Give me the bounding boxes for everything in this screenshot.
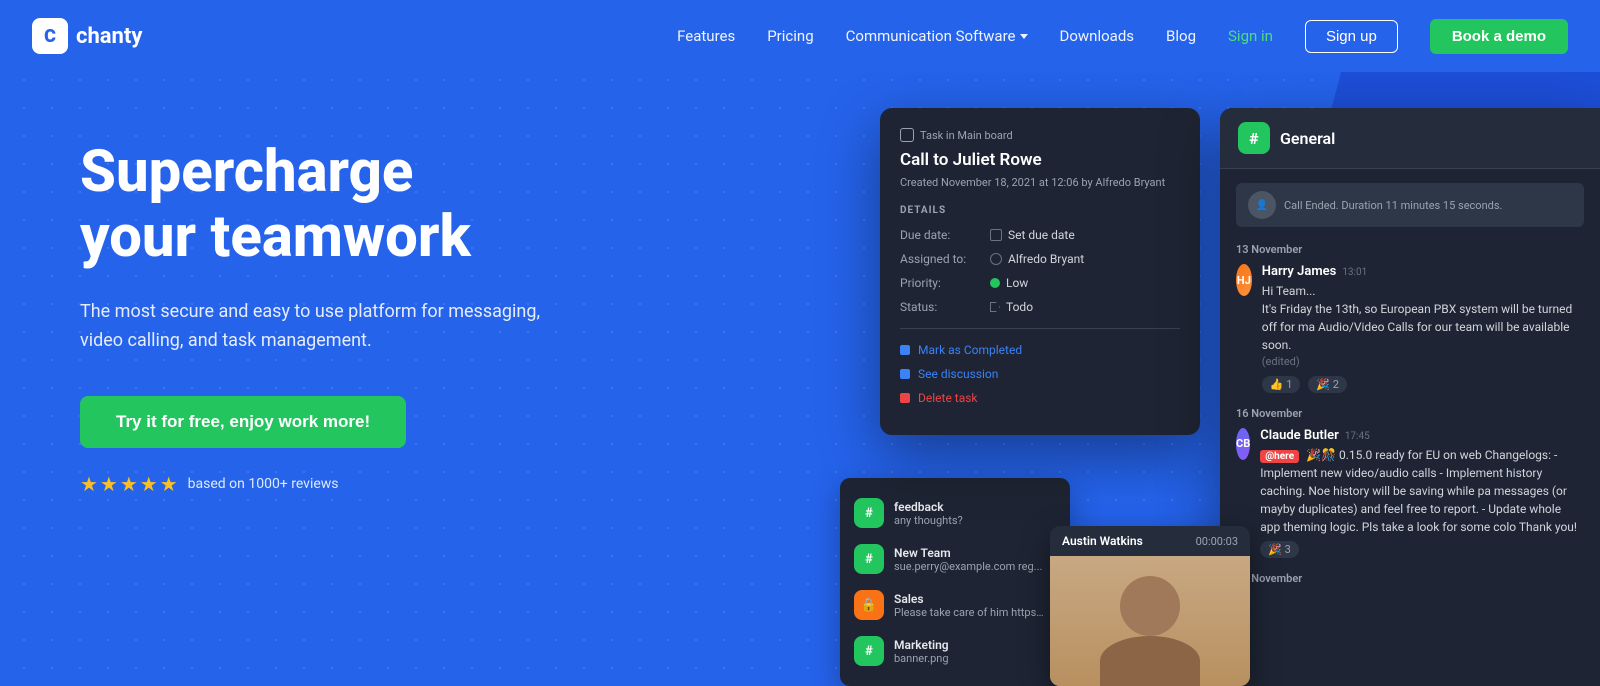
msg-text-claude: @here 🎉🎊 0.15.0 ready for EU on web Chan…	[1260, 446, 1584, 536]
msg-reactions-claude: 🎉 3	[1260, 541, 1584, 558]
task-row-assigned: Assigned to: Alfredo Bryant	[900, 252, 1180, 266]
logo-area: C chanty	[32, 18, 142, 54]
calendar-icon	[990, 229, 1002, 241]
msg-author-claude: Claude Butler	[1260, 428, 1339, 443]
stars: ★★★★★	[80, 472, 180, 496]
channel-item-feedback[interactable]: # feedback any thoughts?	[840, 490, 1070, 536]
main-nav: Features Pricing Communication Software …	[677, 19, 1568, 54]
chat-fade	[1220, 608, 1600, 686]
nav-signin[interactable]: Sign in	[1228, 27, 1273, 45]
nav-pricing[interactable]: Pricing	[767, 27, 813, 45]
task-action-complete[interactable]: Mark as Completed	[900, 343, 1180, 357]
channel-hash-badge: #	[1238, 122, 1270, 154]
msg-edited: (edited)	[1262, 354, 1584, 371]
task-row-priority: Priority: Low	[900, 276, 1180, 290]
chat-body: 👤 Call Ended. Duration 11 minutes 15 sec…	[1220, 169, 1600, 607]
call-avatar: 👤	[1248, 191, 1276, 219]
channel-item-newteam[interactable]: # New Team sue.perry@example.com reg...	[840, 536, 1070, 582]
call-ended-text: Call Ended. Duration 11 minutes 15 secon…	[1284, 199, 1502, 212]
reaction-party[interactable]: 🎉 2	[1308, 376, 1347, 393]
task-action-delete[interactable]: Delete task	[900, 391, 1180, 405]
call-ended-banner: 👤 Call Ended. Duration 11 minutes 15 sec…	[1236, 183, 1584, 227]
hero-title: Supercharge your teamwork	[80, 140, 560, 270]
reviews-row: ★★★★★ based on 1000+ reviews	[80, 472, 560, 496]
here-badge: @here	[1260, 450, 1299, 463]
chat-panel: # General 👤 Call Ended. Duration 11 minu…	[1220, 108, 1600, 686]
channel-item-sales[interactable]: 🔒 Sales Please take care of him https:/.…	[840, 582, 1070, 628]
logo-icon: C	[32, 18, 68, 54]
channel-item-marketing[interactable]: # Marketing banner.png	[840, 628, 1070, 674]
task-panel-header: Task in Main board	[900, 128, 1180, 142]
video-duration: 00:00:03	[1196, 535, 1238, 548]
chat-channel-name: General	[1280, 129, 1335, 148]
msg-reactions-harry: 👍 1 🎉 2	[1262, 376, 1584, 393]
video-caller-name: Austin Watkins	[1062, 534, 1143, 548]
hero-content: Supercharge your teamwork The most secur…	[80, 140, 560, 496]
reaction-thumbs[interactable]: 👍 1	[1262, 376, 1301, 393]
msg-text-harry-2: It's Friday the 13th, so European PBX sy…	[1262, 300, 1584, 354]
task-panel: Task in Main board Call to Juliet Rowe C…	[880, 108, 1200, 435]
task-title: Call to Juliet Rowe	[900, 150, 1180, 170]
avatar-harry: HJ	[1236, 264, 1252, 296]
video-feed	[1050, 556, 1250, 686]
chat-header: # General	[1220, 108, 1600, 169]
brand-name: chanty	[76, 24, 142, 49]
channel-panel: # feedback any thoughts? # New Team sue.…	[840, 478, 1070, 686]
channel-badge-sales: 🔒	[854, 590, 884, 620]
msg-time-claude: 17:45	[1345, 431, 1370, 442]
book-demo-button[interactable]: Book a demo	[1430, 19, 1568, 54]
task-action-discussion[interactable]: See discussion	[900, 367, 1180, 381]
video-shoulders	[1100, 636, 1200, 686]
avatar-claude: CB	[1236, 428, 1250, 460]
nav-features[interactable]: Features	[677, 27, 735, 45]
flag-icon	[990, 302, 1000, 312]
channel-badge-marketing: #	[854, 636, 884, 666]
channel-badge-newteam: #	[854, 544, 884, 574]
msg-time-harry: 13:01	[1342, 267, 1367, 278]
task-details-label: DETAILS	[900, 205, 1180, 216]
video-panel: Austin Watkins 00:00:03 ⤢	[1050, 526, 1250, 686]
msg-author-harry: Harry James	[1262, 264, 1337, 279]
date-separator-2: 16 November	[1236, 407, 1584, 420]
video-head	[1120, 576, 1180, 636]
task-created: Created November 18, 2021 at 12:06 by Al…	[900, 176, 1180, 189]
priority-icon	[990, 278, 1000, 288]
signup-button[interactable]: Sign up	[1305, 20, 1398, 53]
chevron-down-icon	[1020, 34, 1028, 39]
video-body: ⤢	[1050, 556, 1250, 686]
delete-icon	[900, 393, 910, 403]
task-icon	[900, 128, 914, 142]
header: C chanty Features Pricing Communication …	[0, 0, 1600, 72]
nav-communication[interactable]: Communication Software	[846, 27, 1028, 45]
task-divider	[900, 328, 1180, 329]
discussion-icon	[900, 369, 910, 379]
channel-badge-feedback: #	[854, 498, 884, 528]
message-harry: HJ Harry James 13:01 Hi Team... It's Fri…	[1236, 264, 1584, 393]
person-icon	[990, 253, 1002, 265]
nav-blog[interactable]: Blog	[1166, 27, 1196, 45]
complete-icon	[900, 345, 910, 355]
reviews-text: based on 1000+ reviews	[188, 476, 339, 492]
nav-downloads[interactable]: Downloads	[1060, 27, 1135, 45]
screenshots-area: Task in Main board Call to Juliet Rowe C…	[820, 80, 1600, 686]
date-separator-3: 17 November	[1236, 572, 1584, 585]
task-row-due: Due date: Set due date	[900, 228, 1180, 242]
video-header: Austin Watkins 00:00:03	[1050, 526, 1250, 556]
msg-text-harry-1: Hi Team...	[1262, 282, 1584, 300]
reaction-confetti[interactable]: 🎉 3	[1260, 541, 1299, 558]
date-separator-1: 13 November	[1236, 243, 1584, 256]
cta-button[interactable]: Try it for free, enjoy work more!	[80, 396, 406, 448]
hero-section: C chanty Features Pricing Communication …	[0, 0, 1600, 686]
task-row-status: Status: Todo	[900, 300, 1180, 314]
message-claude: CB Claude Butler 17:45 @here 🎉🎊 0.15.0 r…	[1236, 428, 1584, 558]
hero-subtitle: The most secure and easy to use platform…	[80, 298, 560, 356]
